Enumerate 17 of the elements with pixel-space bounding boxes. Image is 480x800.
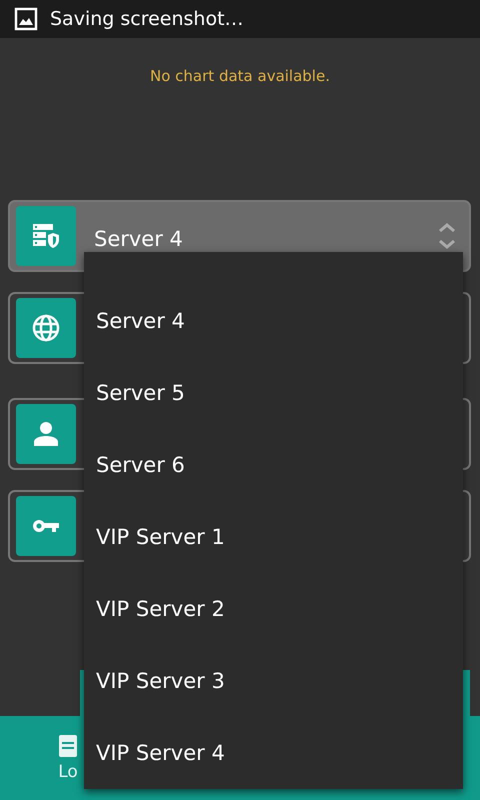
image-icon — [14, 7, 38, 31]
dropdown-item[interactable]: Server 4 — [84, 285, 463, 357]
dropdown-item[interactable]: Server 5 — [84, 357, 463, 429]
spinner-value: Server 4 — [94, 226, 184, 251]
dropdown-item[interactable]: Server 6 — [84, 429, 463, 501]
list-icon — [58, 734, 78, 758]
dropdown-item[interactable]: VIP Server 3 — [84, 645, 463, 717]
globe-icon — [16, 298, 76, 358]
chart-empty-message: No chart data available. — [150, 67, 330, 85]
notification-text: Saving screenshot… — [50, 8, 244, 30]
dropdown-item[interactable]: VIP Server 2 — [84, 573, 463, 645]
up-down-arrows-icon — [437, 221, 457, 251]
key-icon — [16, 496, 76, 556]
dropdown-item[interactable]: VIP Server 4 — [84, 717, 463, 789]
server-icon — [16, 206, 76, 266]
person-icon — [16, 404, 76, 464]
dropdown-item[interactable]: VIP Server 1 — [84, 501, 463, 573]
